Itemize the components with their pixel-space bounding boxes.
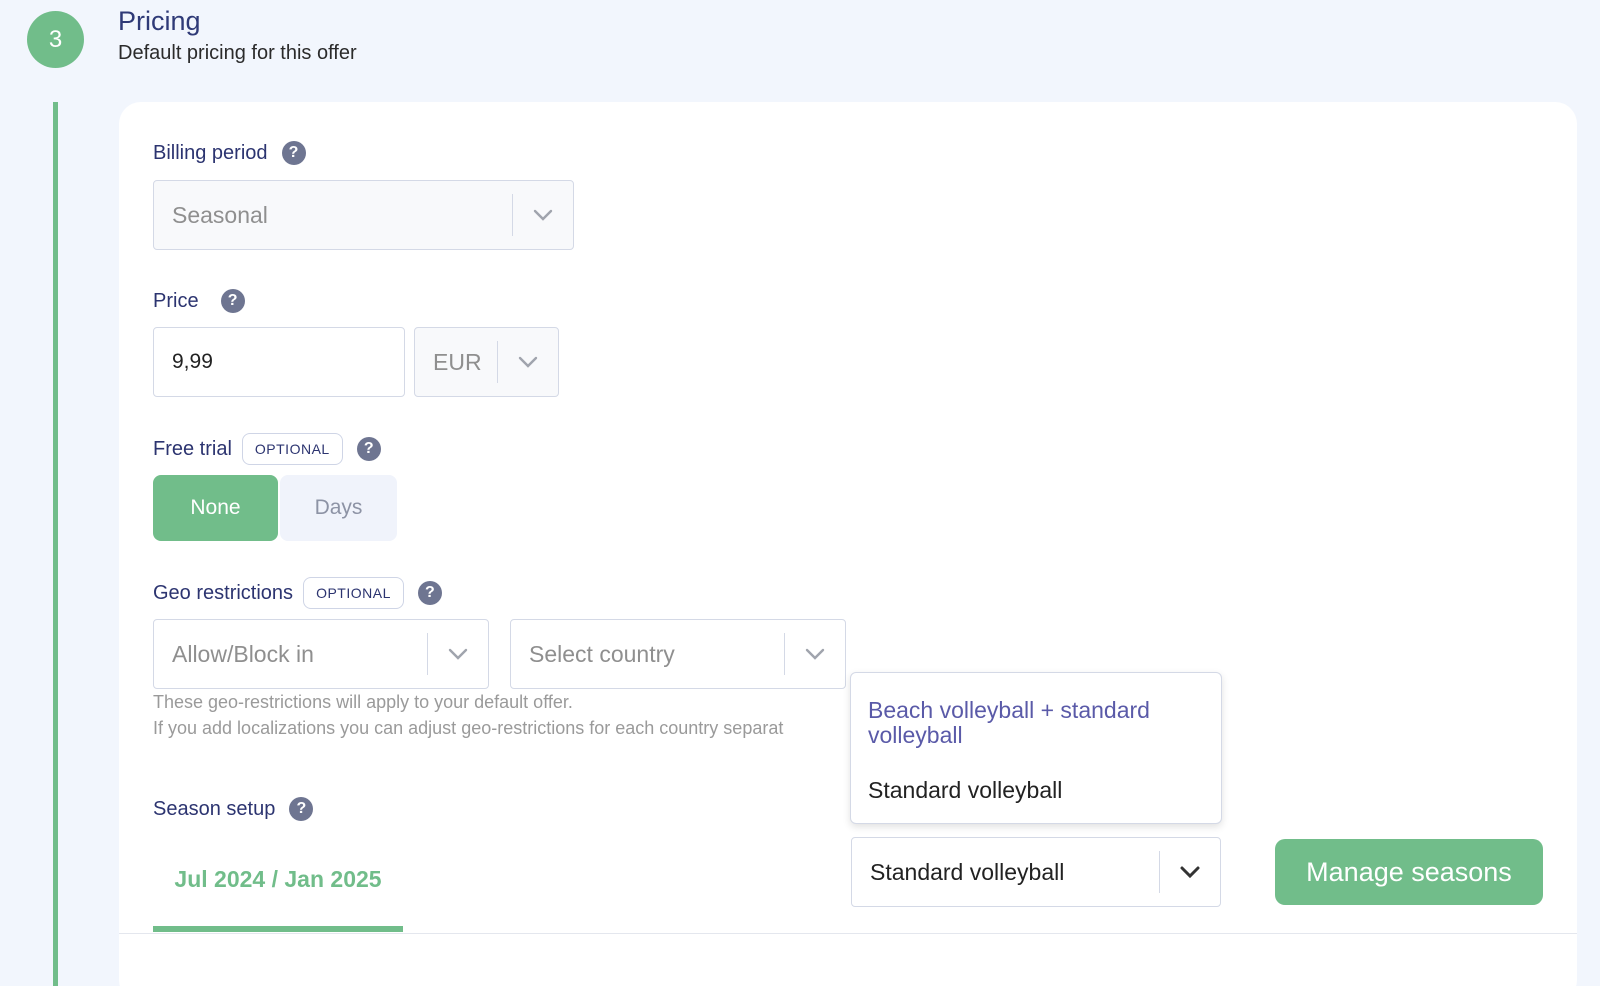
chevron-down-icon <box>513 181 573 249</box>
tab-season-jul-2024-jan-2025[interactable]: Jul 2024 / Jan 2025 <box>153 866 403 934</box>
geo-restrictions-label-text: Geo restrictions <box>153 581 294 604</box>
tab-divider <box>119 933 1577 934</box>
geo-hint-line-2: If you add localizations you can adjust … <box>153 718 784 738</box>
chevron-down-icon <box>428 620 488 688</box>
season-select[interactable]: Standard volleyball <box>851 837 1221 907</box>
geo-hint-line-1: These geo-restrictions will apply to you… <box>153 692 573 712</box>
allow-block-select[interactable]: Allow/Block in <box>153 619 489 689</box>
free-trial-label-text: Free trial <box>153 437 232 460</box>
geo-restrictions-label: Geo restrictions OPTIONAL ? <box>153 576 442 610</box>
chevron-down-icon <box>785 620 845 688</box>
billing-period-label-text: Billing period <box>153 141 268 164</box>
allow-block-placeholder: Allow/Block in <box>172 640 314 667</box>
step-number-badge: 3 <box>27 11 84 68</box>
chevron-down-icon <box>1160 838 1220 906</box>
price-value: 9,99 <box>172 350 213 373</box>
help-icon[interactable]: ? <box>289 797 314 821</box>
price-label: Price ? <box>153 287 245 315</box>
free-trial-option-none[interactable]: None <box>153 475 278 541</box>
season-select-value: Standard volleyball <box>870 858 1065 885</box>
help-icon[interactable]: ? <box>417 581 442 605</box>
season-setup-label: Season setup ? <box>153 795 314 823</box>
price-label-text: Price <box>153 289 199 312</box>
season-dropdown-menu: Beach volleyball + standard volleyball S… <box>850 672 1222 824</box>
billing-period-select[interactable]: Seasonal <box>153 180 574 250</box>
help-icon[interactable]: ? <box>356 437 381 461</box>
country-placeholder: Select country <box>529 640 675 667</box>
chevron-down-icon <box>498 328 558 396</box>
billing-period-value: Seasonal <box>172 201 268 228</box>
currency-value: EUR <box>433 348 482 375</box>
dropdown-option-beach-standard[interactable]: Beach volleyball + standard volleyball <box>868 698 1198 748</box>
manage-seasons-button[interactable]: Manage seasons <box>1275 839 1543 905</box>
free-trial-option-days[interactable]: Days <box>280 475 397 541</box>
section-subtitle: Default pricing for this offer <box>118 42 357 64</box>
section-title: Pricing <box>118 6 201 36</box>
active-tab-underline <box>153 926 403 932</box>
free-trial-label: Free trial OPTIONAL ? <box>153 432 381 466</box>
help-icon[interactable]: ? <box>220 289 245 313</box>
price-input[interactable]: 9,99 <box>153 327 405 397</box>
dropdown-option-standard[interactable]: Standard volleyball <box>868 778 1062 803</box>
season-setup-label-text: Season setup <box>153 797 276 820</box>
help-icon[interactable]: ? <box>281 141 306 165</box>
step-progress-line <box>53 102 58 986</box>
optional-badge: OPTIONAL <box>241 433 343 465</box>
country-select[interactable]: Select country <box>510 619 846 689</box>
billing-period-label: Billing period ? <box>153 139 306 167</box>
currency-select[interactable]: EUR <box>414 327 559 397</box>
optional-badge: OPTIONAL <box>303 577 404 609</box>
